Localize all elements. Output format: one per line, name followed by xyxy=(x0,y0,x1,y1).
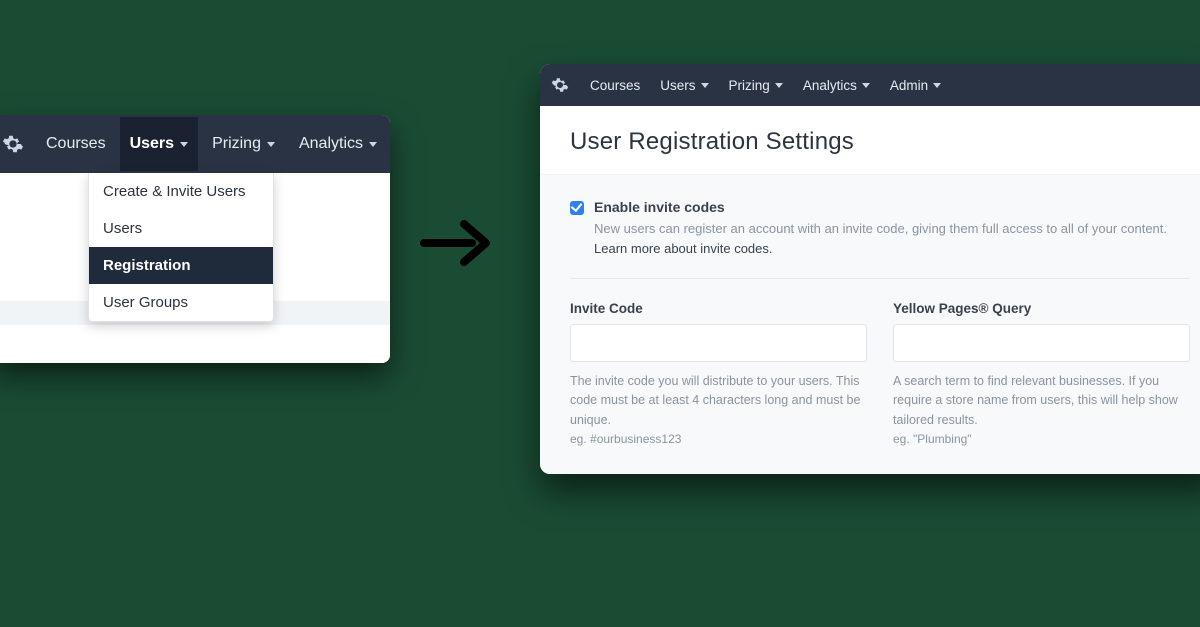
dropdown-users[interactable]: Users xyxy=(89,210,273,247)
nav-label: Admin xyxy=(890,78,928,93)
page-title: User Registration Settings xyxy=(570,128,1190,156)
settings-body: Enable invite codes New users can regist… xyxy=(540,175,1200,474)
chevron-down-icon xyxy=(369,142,377,147)
logo-gear-icon xyxy=(2,133,24,155)
nav-analytics[interactable]: Analytics xyxy=(289,117,387,171)
yp-query-help: A search term to find relevant businesse… xyxy=(893,372,1190,430)
chevron-down-icon xyxy=(180,142,188,147)
invite-code-field: Invite Code The invite code you will dis… xyxy=(570,301,867,446)
nav-users-label: Users xyxy=(130,135,174,153)
users-dropdown: Create & Invite Users Users Registration… xyxy=(88,173,274,322)
nav-prizing[interactable]: Prizing xyxy=(202,117,285,171)
invite-code-input[interactable] xyxy=(570,324,867,362)
chevron-down-icon xyxy=(933,83,941,88)
logo-gear-icon xyxy=(550,75,570,95)
nav-prizing-label: Prizing xyxy=(212,135,261,153)
enable-invite-codes-checkbox[interactable] xyxy=(570,201,584,215)
nav-courses[interactable]: Courses xyxy=(580,66,650,105)
chevron-down-icon xyxy=(862,83,870,88)
dropdown-registration[interactable]: Registration xyxy=(89,247,273,284)
invite-code-help: The invite code you will distribute to y… xyxy=(570,372,867,430)
dropdown-create-invite[interactable]: Create & Invite Users xyxy=(89,173,273,210)
yp-query-example: eg. "Plumbing" xyxy=(893,432,1190,446)
nav-analytics-label: Analytics xyxy=(299,135,363,153)
top-nav: Courses Users Prizing Analytics xyxy=(0,115,390,173)
nav-admin[interactable]: Admin xyxy=(880,66,951,105)
chevron-down-icon xyxy=(267,142,275,147)
nav-users[interactable]: Users xyxy=(650,66,718,105)
help-text: New users can register an account with a… xyxy=(594,221,1167,236)
dropdown-user-groups[interactable]: User Groups xyxy=(89,284,273,321)
chevron-down-icon xyxy=(775,83,783,88)
nav-analytics[interactable]: Analytics xyxy=(793,66,880,105)
settings-panel: Courses Users Prizing Analytics Admin Us… xyxy=(540,64,1200,474)
yp-query-field: Yellow Pages® Query A search term to fin… xyxy=(893,301,1190,446)
enable-invite-codes-help: New users can register an account with a… xyxy=(594,219,1190,258)
page-header: User Registration Settings xyxy=(540,106,1200,175)
nav-label: Analytics xyxy=(803,78,857,93)
enable-invite-codes-row: Enable invite codes New users can regist… xyxy=(570,199,1190,279)
invite-code-label: Invite Code xyxy=(570,301,867,316)
nav-label: Courses xyxy=(590,78,640,93)
fields-row: Invite Code The invite code you will dis… xyxy=(570,301,1190,446)
enable-invite-codes-label: Enable invite codes xyxy=(594,199,1190,215)
chevron-down-icon xyxy=(701,83,709,88)
nav-dropdown-panel: Courses Users Prizing Analytics Create &… xyxy=(0,115,390,363)
nav-users[interactable]: Users xyxy=(120,117,198,171)
nav-label: Prizing xyxy=(729,78,770,93)
learn-more-link[interactable]: Learn more about invite codes. xyxy=(594,241,773,256)
top-nav: Courses Users Prizing Analytics Admin xyxy=(540,64,1200,106)
nav-label: Users xyxy=(660,78,695,93)
yp-query-label: Yellow Pages® Query xyxy=(893,301,1190,316)
yp-query-input[interactable] xyxy=(893,324,1190,362)
nav-prizing[interactable]: Prizing xyxy=(719,66,793,105)
arrow-right-icon xyxy=(420,218,490,268)
nav-courses-label: Courses xyxy=(46,135,106,153)
nav-courses[interactable]: Courses xyxy=(36,117,116,171)
invite-code-example: eg. #ourbusiness123 xyxy=(570,432,867,446)
